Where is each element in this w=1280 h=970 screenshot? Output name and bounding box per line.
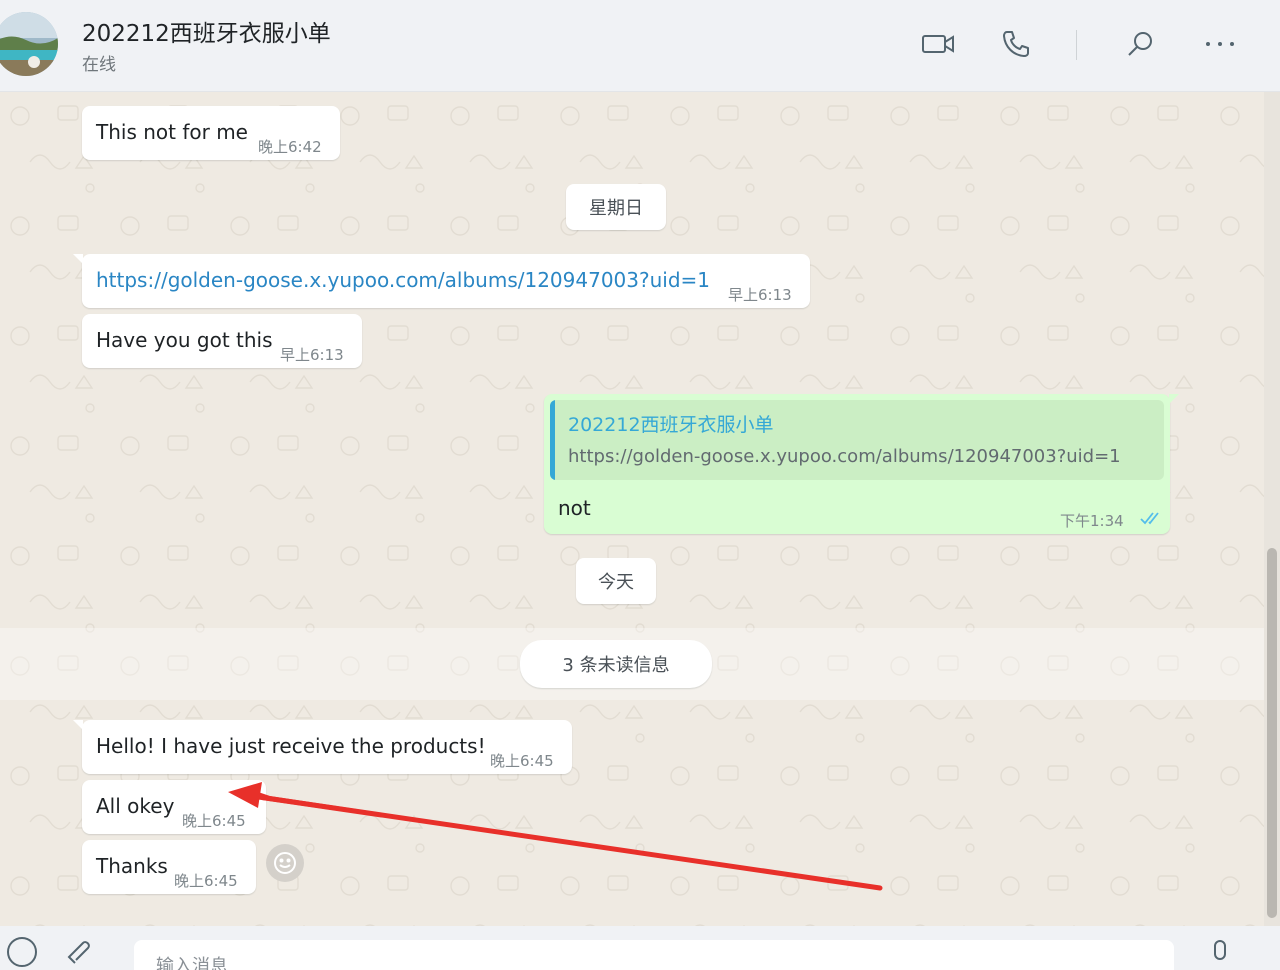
- emoji-icon[interactable]: [2, 932, 42, 970]
- quote-accent-bar: [550, 400, 555, 480]
- chat-header: 202212西班牙衣服小单 在线: [0, 0, 1280, 92]
- message-time: 下午1:34: [1060, 512, 1124, 530]
- more-options-icon[interactable]: [1200, 24, 1240, 64]
- message-time: 晚上6:42: [258, 138, 322, 156]
- message-time: 早上6:13: [280, 346, 344, 364]
- message-text: Thanks: [96, 854, 168, 878]
- incoming-message[interactable]: https://golden-goose.x.yupoo.com/albums/…: [73, 254, 810, 308]
- incoming-message[interactable]: All okey 晚上6:45: [82, 780, 266, 834]
- message-time: 晚上6:45: [490, 752, 554, 770]
- message-text: All okey: [96, 794, 175, 818]
- incoming-message[interactable]: Thanks 晚上6:45: [82, 840, 256, 894]
- message-time: 晚上6:45: [174, 872, 238, 890]
- composer-bar: [0, 926, 1280, 970]
- incoming-message[interactable]: Hello! I have just receive the products!…: [73, 720, 572, 774]
- message-text: not: [558, 496, 591, 520]
- outgoing-message[interactable]: 202212西班牙衣服小单 https://golden-goose.x.yup…: [544, 394, 1179, 534]
- message-text: Have you got this: [96, 328, 273, 352]
- message-link[interactable]: https://golden-goose.x.yupoo.com/albums/…: [96, 268, 710, 292]
- quote-text: https://golden-goose.x.yupoo.com/albums/…: [568, 446, 1121, 467]
- video-call-icon[interactable]: [918, 24, 958, 64]
- attach-icon[interactable]: [60, 932, 100, 970]
- read-ticks-icon: [1140, 510, 1164, 530]
- scrollbar-thumb[interactable]: [1267, 548, 1277, 918]
- date-divider: 今天: [576, 558, 656, 604]
- message-time: 晚上6:45: [182, 812, 246, 830]
- header-divider: [1076, 30, 1077, 60]
- incoming-message[interactable]: Have you got this 早上6:13: [82, 314, 362, 368]
- message-time: 早上6:13: [728, 286, 792, 304]
- voice-call-icon[interactable]: [996, 24, 1036, 64]
- message-input[interactable]: [134, 940, 1174, 970]
- date-divider: 星期日: [566, 184, 666, 230]
- message-list[interactable]: This not for me 晚上6:42 星期日 https://golde…: [0, 92, 1264, 926]
- message-text: This not for me: [96, 120, 248, 144]
- emoji-reaction-button[interactable]: [266, 844, 304, 882]
- microphone-icon[interactable]: [1200, 932, 1240, 970]
- incoming-message[interactable]: This not for me 晚上6:42: [82, 106, 340, 160]
- chat-scrollbar[interactable]: [1264, 92, 1280, 926]
- message-text: Hello! I have just receive the products!: [96, 734, 486, 758]
- quoted-message[interactable]: 202212西班牙衣服小单 https://golden-goose.x.yup…: [550, 400, 1164, 480]
- contact-avatar[interactable]: [0, 12, 58, 76]
- unread-count-badge: 3 条未读信息: [520, 640, 712, 688]
- search-icon[interactable]: [1120, 24, 1160, 64]
- quote-author: 202212西班牙衣服小单: [568, 414, 774, 436]
- chat-title[interactable]: 202212西班牙衣服小单: [82, 14, 331, 48]
- chat-status: 在线: [82, 55, 116, 75]
